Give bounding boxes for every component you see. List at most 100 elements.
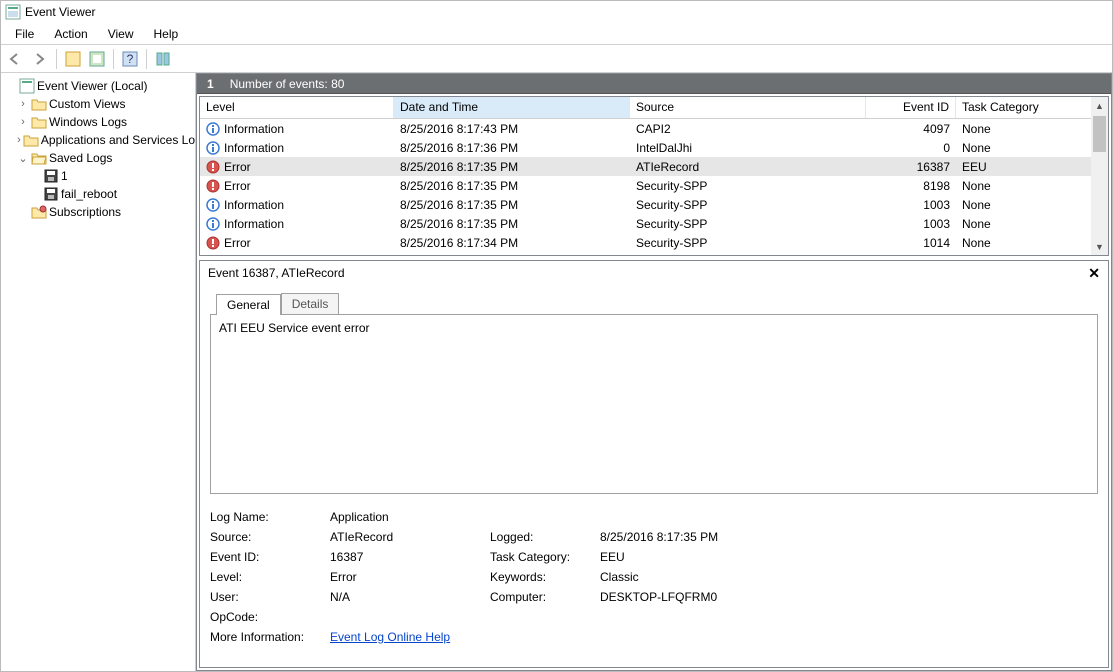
cell-level: Information	[200, 122, 394, 136]
col-date[interactable]: Date and Time	[394, 97, 630, 118]
table-row[interactable]: Error8/25/2016 8:17:34 PMSecurity-SPP101…	[200, 233, 1108, 252]
logged-value: 8/25/2016 8:17:35 PM	[600, 530, 780, 544]
cell-level: Error	[200, 160, 394, 174]
cell-level: Information	[200, 217, 394, 231]
cell-date: 8/25/2016 8:17:35 PM	[394, 198, 630, 212]
col-eventid[interactable]: Event ID	[866, 97, 956, 118]
tab-details[interactable]: Details	[281, 293, 340, 315]
cell-date: 8/25/2016 8:17:36 PM	[394, 141, 630, 155]
cell-date: 8/25/2016 8:17:35 PM	[394, 179, 630, 193]
eventid-value: 16387	[330, 550, 480, 564]
cell-eventid: 1014	[866, 236, 956, 250]
subscriptions-icon	[31, 204, 47, 220]
col-level[interactable]: Level	[200, 97, 394, 118]
toolbar-btn-4[interactable]	[152, 48, 174, 70]
detail-panel: 1 Number of events: 80 Level Date and Ti…	[196, 73, 1112, 671]
cell-taskcat: None	[956, 217, 1106, 231]
collapse-icon[interactable]: ⌄	[17, 152, 29, 165]
taskcat-label: Task Category:	[490, 550, 590, 564]
scroll-thumb[interactable]	[1093, 116, 1106, 152]
tree-item-saved-logs[interactable]: ⌄ Saved Logs	[1, 149, 195, 167]
info-icon	[206, 122, 220, 136]
error-icon	[206, 236, 220, 250]
cell-source: Security-SPP	[630, 236, 866, 250]
tree-root[interactable]: Event Viewer (Local)	[1, 77, 195, 95]
cell-source: IntelDalJhi	[630, 141, 866, 155]
col-taskcat[interactable]: Task Category	[956, 97, 1106, 118]
table-row[interactable]: Error8/25/2016 8:17:35 PMATIeRecord16387…	[200, 157, 1108, 176]
moreinfo-label: More Information:	[210, 630, 320, 644]
cell-level: Error	[200, 179, 394, 193]
table-row[interactable]: Information8/25/2016 8:17:43 PMCAPI24097…	[200, 119, 1108, 138]
cell-taskcat: EEU	[956, 160, 1106, 174]
scroll-up-icon[interactable]: ▲	[1091, 97, 1108, 114]
cell-source: ATIeRecord	[630, 160, 866, 174]
level-label: Level:	[210, 570, 320, 584]
expand-icon[interactable]: ›	[17, 98, 29, 110]
event-tabs: General Details	[210, 291, 1098, 315]
tree-item-windows-logs[interactable]: › Windows Logs	[1, 113, 195, 131]
menu-action[interactable]: Action	[44, 25, 97, 43]
navigation-tree[interactable]: Event Viewer (Local) › Custom Views › Wi…	[1, 73, 196, 671]
scroll-down-icon[interactable]: ▼	[1091, 238, 1108, 255]
cell-eventid: 16387	[866, 160, 956, 174]
list-body[interactable]: Information8/25/2016 8:17:43 PMCAPI24097…	[200, 119, 1108, 255]
cell-source: CAPI2	[630, 122, 866, 136]
event-detail-header: Event 16387, ATIeRecord ✕	[200, 261, 1108, 285]
cell-eventid: 1003	[866, 217, 956, 231]
toolbar: ?	[1, 45, 1112, 73]
table-row[interactable]: Information8/25/2016 8:17:35 PMSecurity-…	[200, 214, 1108, 233]
event-title: Event 16387, ATIeRecord	[208, 266, 345, 280]
folder-icon	[31, 114, 47, 130]
tab-general[interactable]: General	[216, 294, 281, 315]
title-bar: Event Viewer	[1, 1, 1112, 23]
col-source[interactable]: Source	[630, 97, 866, 118]
count-badge: 1	[203, 77, 218, 91]
tree-item-custom-views[interactable]: › Custom Views	[1, 95, 195, 113]
menu-view[interactable]: View	[98, 25, 144, 43]
cell-taskcat: None	[956, 236, 1106, 250]
cell-source: Security-SPP	[630, 217, 866, 231]
toolbar-btn-1[interactable]	[62, 48, 84, 70]
table-row[interactable]: Information8/25/2016 8:17:36 PMIntelDalJ…	[200, 138, 1108, 157]
tree-item-savedlog-failreboot[interactable]: fail_reboot	[1, 185, 195, 203]
cell-date: 8/25/2016 8:17:35 PM	[394, 217, 630, 231]
toolbar-btn-3[interactable]: ?	[119, 48, 141, 70]
expand-icon[interactable]: ›	[17, 116, 29, 128]
table-row[interactable]: Information8/25/2016 8:17:35 PMSecurity-…	[200, 195, 1108, 214]
scroll-track[interactable]	[1091, 114, 1108, 238]
folder-open-icon	[31, 150, 47, 166]
toolbar-btn-2[interactable]	[86, 48, 108, 70]
expand-icon[interactable]: ›	[17, 134, 21, 146]
user-value: N/A	[330, 590, 480, 604]
tree-item-app-services[interactable]: › Applications and Services Lo	[1, 131, 195, 149]
close-icon[interactable]: ✕	[1088, 265, 1100, 282]
scrollbar[interactable]: ▲ ▼	[1091, 97, 1108, 255]
tree-item-savedlog-1[interactable]: 1	[1, 167, 195, 185]
computer-label: Computer:	[490, 590, 590, 604]
source-value: ATIeRecord	[330, 530, 480, 544]
cell-eventid: 0	[866, 141, 956, 155]
save-icon	[43, 168, 59, 184]
menu-help[interactable]: Help	[144, 25, 189, 43]
back-button[interactable]	[5, 48, 27, 70]
svg-text:?: ?	[127, 52, 134, 66]
event-viewer-window: Event Viewer File Action View Help ? Eve…	[0, 0, 1113, 672]
menu-file[interactable]: File	[5, 25, 44, 43]
user-label: User:	[210, 590, 320, 604]
window-title: Event Viewer	[25, 5, 95, 19]
event-log-help-link[interactable]: Event Log Online Help	[330, 630, 450, 644]
cell-source: Security-SPP	[630, 198, 866, 212]
cell-eventid: 8198	[866, 179, 956, 193]
table-row[interactable]: Error8/25/2016 8:17:35 PMSecurity-SPP819…	[200, 176, 1108, 195]
cell-eventid: 1003	[866, 198, 956, 212]
list-header: Level Date and Time Source Event ID Task…	[200, 97, 1108, 119]
cell-source: Security-SPP	[630, 179, 866, 193]
toolbar-separator	[113, 49, 114, 69]
info-icon	[206, 217, 220, 231]
tree-item-subscriptions[interactable]: Subscriptions	[1, 203, 195, 221]
tree-label: Applications and Services Lo	[41, 133, 195, 147]
forward-button[interactable]	[29, 48, 51, 70]
folder-icon	[23, 132, 39, 148]
event-detail-body: General Details ATI EEU Service event er…	[200, 285, 1108, 667]
